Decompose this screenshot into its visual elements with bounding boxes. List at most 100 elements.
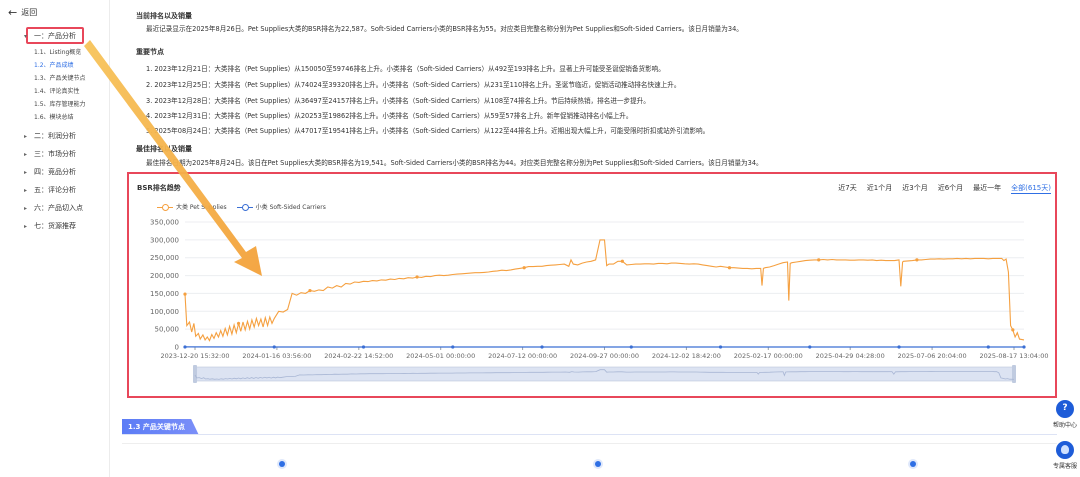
chevron-right-icon: ▸	[24, 186, 28, 194]
data-point-soft-sided	[540, 345, 544, 349]
sidebar-item-market[interactable]: ▸ 三：市场分析	[24, 149, 76, 159]
back-button[interactable]: ← 返回	[8, 6, 37, 19]
data-point-pet-supplies	[308, 288, 312, 293]
chevron-right-icon: ▸	[24, 222, 28, 230]
help-label: 帮助中心	[1052, 422, 1077, 429]
main-content: 当前排名以及销量 最近记录显示在2025年8月26日。Pet Supplies大…	[122, 0, 1060, 477]
data-point-soft-sided	[629, 345, 633, 349]
chevron-right-icon: ▸	[24, 132, 28, 140]
agent-icon	[1056, 441, 1074, 459]
zoom-handle-left	[193, 365, 197, 383]
data-point-pet-supplies	[236, 321, 241, 326]
timeline-node[interactable]	[910, 461, 916, 467]
sidebar-item-label: 七：货源推荐	[34, 222, 76, 230]
legend-item-pet-supplies[interactable]: 大类 Pet Supplies	[157, 202, 227, 211]
x-tick-label: 2024-02-22 14:52:00	[324, 352, 393, 360]
data-point-pet-supplies	[522, 266, 526, 270]
y-tick-label: 100,000	[150, 308, 179, 316]
y-tick-label: 50,000	[155, 326, 180, 334]
range-selector: 近7天 近1个月 近3个月 近6个月 最近一年 全部(615天)	[838, 183, 1051, 194]
x-tick-label: 2025-04-29 04:28:00	[816, 352, 885, 360]
data-point-pet-supplies	[183, 292, 187, 296]
legend-item-soft-sided[interactable]: 小类 Soft-Sided Carriers	[236, 202, 326, 211]
timeline-node[interactable]	[279, 461, 285, 467]
data-point-soft-sided	[1022, 345, 1026, 349]
sidebar-item-product-analysis[interactable]: ▾ 一：产品分析	[24, 31, 76, 41]
data-point-pet-supplies	[915, 258, 919, 262]
y-tick-label: 200,000	[150, 272, 179, 280]
app-root: ← 返回 ▾ 一：产品分析 1.1、Listing概览 1.2、产品成绩 1.3…	[0, 0, 1080, 477]
sidebar-sub-listing[interactable]: 1.1、Listing概览	[34, 47, 81, 56]
data-point-soft-sided	[986, 345, 990, 349]
legend-marker-icon	[236, 203, 253, 211]
data-point-pet-supplies	[817, 258, 821, 262]
sidebar-sub-performance[interactable]: 1.2、产品成绩	[34, 60, 74, 69]
sidebar-sub-review-authenticity[interactable]: 1.4、评论真实性	[34, 86, 80, 95]
sidebar-item-label: 三：市场分析	[34, 150, 76, 158]
sidebar-item-label: 二：利润分析	[34, 132, 76, 140]
data-point-pet-supplies	[727, 266, 732, 270]
data-point-soft-sided	[718, 345, 723, 349]
sidebar-item-entry-point[interactable]: ▸ 六：产品切入点	[24, 203, 83, 213]
zoom-slider-range	[195, 367, 1014, 381]
range-3m[interactable]: 近3个月	[902, 183, 927, 194]
data-point-soft-sided	[183, 345, 187, 349]
events-title: 重要节点	[136, 48, 164, 56]
data-point-soft-sided	[361, 345, 366, 349]
sidebar-item-profit[interactable]: ▸ 二：利润分析	[24, 131, 76, 141]
event-item: 2. 2023年12月25日：大类排名（Pet Supplies）从74024至…	[146, 81, 681, 89]
sidebar-item-label: 六：产品切入点	[34, 204, 83, 212]
y-tick-label: 250,000	[150, 254, 179, 262]
data-point-soft-sided	[272, 345, 276, 349]
chart-title: BSR排名趋势	[137, 184, 181, 192]
sidebar-sub-inventory[interactable]: 1.5、库存管理能力	[34, 99, 86, 108]
best-rank-text: 最佳排名日期为2025年8月24日。该日在Pet Supplies大类的BSR排…	[146, 159, 763, 167]
sidebar: ← 返回 ▾ 一：产品分析 1.1、Listing概览 1.2、产品成绩 1.3…	[0, 0, 110, 477]
event-item: 5. 2025年08月24日：大类排名（Pet Supplies）从47017至…	[146, 127, 710, 135]
event-item: 4. 2023年12月31日：大类排名（Pet Supplies）从20253至…	[146, 112, 633, 120]
sidebar-sub-key-nodes[interactable]: 1.3、产品关键节点	[34, 73, 86, 82]
data-point-soft-sided	[897, 345, 901, 349]
x-tick-label: 2024-12-02 18:42:00	[652, 352, 721, 360]
customer-service-button[interactable]: 专属客服	[1052, 441, 1078, 470]
range-all[interactable]: 全部(615天)	[1011, 183, 1051, 194]
sidebar-sub-summary[interactable]: 1.6、模块总结	[34, 112, 74, 121]
chart-legend: 大类 Pet Supplies 小类 Soft-Sided Carriers	[157, 202, 326, 211]
sidebar-item-competitor[interactable]: ▸ 四：竞品分析	[24, 167, 76, 177]
zoom-handle-right	[1012, 365, 1016, 383]
x-tick-label: 2024-01-16 03:56:00	[242, 352, 311, 360]
bsr-line-chart[interactable]: 0 50,000 100,000 150,000 200,000 250,000 300,0…	[129, 214, 1055, 396]
data-point-pet-supplies	[415, 275, 419, 279]
data-point-pet-supplies	[620, 259, 624, 263]
help-icon	[1056, 400, 1074, 418]
x-tick-label: 2025-07-06 20:04:00	[898, 352, 967, 360]
legend-marker-icon	[157, 203, 173, 211]
key-nodes-card	[122, 443, 1057, 477]
current-rank-title: 当前排名以及销量	[136, 12, 192, 20]
range-1m[interactable]: 近1个月	[867, 183, 892, 194]
x-tick-label: 2025-08-17 13:04:00	[979, 352, 1048, 360]
sidebar-item-reviews[interactable]: ▸ 五：评论分析	[24, 185, 76, 195]
section-tag-key-nodes: 1.3 产品关键节点	[122, 419, 199, 435]
x-tick-label: 2024-09-27 00:00:00	[570, 352, 639, 360]
agent-label: 专属客服	[1052, 463, 1077, 470]
y-tick-label: 300,000	[150, 236, 179, 244]
help-center-button[interactable]: 帮助中心	[1052, 400, 1078, 429]
range-6m[interactable]: 近6个月	[938, 183, 963, 194]
data-point-soft-sided	[808, 345, 812, 349]
sidebar-item-sourcing[interactable]: ▸ 七：货源推荐	[24, 221, 76, 231]
x-tick-label: 2024-07-12 00:00:00	[488, 352, 557, 360]
legend-label: 小类 Soft-Sided Carriers	[255, 204, 326, 211]
sidebar-item-label: 五：评论分析	[34, 186, 76, 194]
data-point-soft-sided	[451, 345, 455, 349]
timeline-node[interactable]	[595, 461, 601, 467]
range-1y[interactable]: 最近一年	[973, 183, 1001, 194]
range-7d[interactable]: 近7天	[838, 183, 856, 194]
bsr-chart-panel: BSR排名趋势 近7天 近1个月 近3个月 近6个月 最近一年 全部(615天)…	[127, 172, 1057, 398]
x-tick-label: 2024-05-01 00:00:00	[406, 352, 475, 360]
current-rank-text: 最近记录显示在2025年8月26日。Pet Supplies大类的BSR排名为2…	[146, 25, 743, 33]
y-tick-label: 0	[175, 344, 179, 352]
event-item: 1. 2023年12月21日：大类排名（Pet Supplies）从150050…	[146, 65, 665, 73]
x-tick-label: 2025-02-17 00:00:00	[734, 352, 803, 360]
x-tick-label: 2023-12-20 15:32:00	[160, 352, 229, 360]
